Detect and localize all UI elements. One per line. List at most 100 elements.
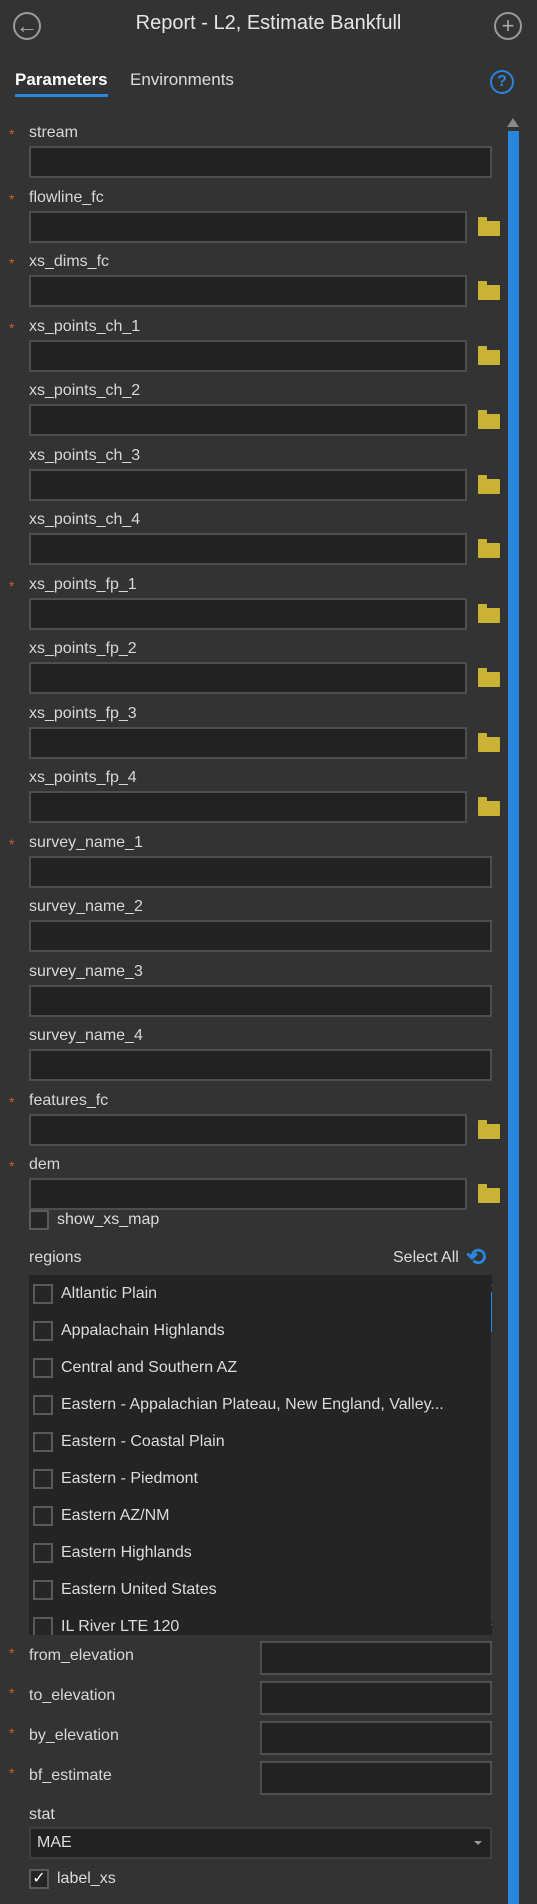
- required-icon: *: [9, 1158, 15, 1174]
- field-input[interactable]: [29, 1113, 467, 1146]
- list-item[interactable]: Eastern United States: [29, 1571, 469, 1608]
- folder-icon[interactable]: [478, 668, 500, 687]
- field-input[interactable]: [29, 662, 467, 694]
- field-input[interactable]: [29, 1178, 467, 1210]
- checkbox[interactable]: [33, 1542, 53, 1563]
- regions-list[interactable]: Altlantic Plain Appalachain Highlands Cent…: [29, 1275, 492, 1635]
- folder-icon[interactable]: [478, 732, 500, 752]
- checkbox[interactable]: [33, 1283, 53, 1304]
- field-input[interactable]: [29, 855, 492, 888]
- checkbox[interactable]: [33, 1357, 53, 1378]
- field-xs-points-ch-1: * xs_points_ch_1: [0, 318, 505, 382]
- field-input[interactable]: [260, 1681, 492, 1715]
- list-scroll-thumb[interactable]: [491, 1292, 492, 1332]
- field-input[interactable]: [29, 791, 467, 823]
- field-label: bf_estimate: [29, 1767, 112, 1784]
- field-input[interactable]: [29, 597, 467, 630]
- field-survey-name-2: survey_name_2: [0, 898, 505, 962]
- tab-parameters[interactable]: Parameters: [15, 70, 108, 97]
- list-item[interactable]: Eastern AZ/NM: [29, 1497, 469, 1534]
- field-input[interactable]: [29, 404, 467, 436]
- field-input[interactable]: [260, 1721, 492, 1755]
- field-input[interactable]: [29, 726, 467, 759]
- checkbox[interactable]: [33, 1431, 53, 1452]
- field-label: xs_points_fp_1: [29, 575, 137, 593]
- field-input[interactable]: [29, 146, 492, 178]
- field-input[interactable]: [29, 210, 467, 243]
- folder-icon[interactable]: [478, 410, 500, 429]
- field-xs-dims-fc: * xs_dims_fc: [0, 253, 505, 317]
- list-scrollbar[interactable]: [491, 1275, 492, 1635]
- label-xs-label: label_xs: [57, 1870, 116, 1887]
- checkbox[interactable]: [29, 1210, 49, 1230]
- folder-icon[interactable]: [478, 281, 500, 300]
- checkbox[interactable]: [33, 1579, 53, 1600]
- field-input[interactable]: [29, 339, 467, 372]
- label-xs-checkbox[interactable]: ✓ label_xs: [29, 1869, 116, 1889]
- folder-icon[interactable]: [478, 345, 500, 365]
- checkbox[interactable]: [33, 1320, 53, 1341]
- field-label: xs_points_ch_4: [29, 511, 141, 528]
- folder-icon[interactable]: [478, 1184, 500, 1203]
- checkbox[interactable]: [33, 1505, 53, 1526]
- list-item[interactable]: Eastern Highlands: [29, 1534, 469, 1571]
- required-icon: *: [9, 1093, 15, 1110]
- refresh-icon[interactable]: ⟲: [466, 1243, 486, 1272]
- checkbox[interactable]: [33, 1394, 53, 1415]
- field-xs-points-fp-4: xs_points_fp_4: [0, 769, 505, 833]
- checkbox[interactable]: [33, 1616, 53, 1635]
- field-input[interactable]: [260, 1761, 492, 1795]
- required-icon: *: [9, 1765, 15, 1781]
- list-item[interactable]: Eastern - Appalachian Plateau, New Engla…: [29, 1386, 469, 1423]
- folder-icon[interactable]: [478, 216, 500, 236]
- field-xs-points-ch-2: xs_points_ch_2: [0, 382, 505, 446]
- field-xs-points-ch-3: xs_points_ch_3: [0, 447, 505, 511]
- add-button[interactable]: +: [494, 12, 522, 40]
- panel-scrollbar[interactable]: [507, 118, 520, 1904]
- field-input[interactable]: [29, 920, 492, 952]
- list-item[interactable]: Altlantic Plain: [29, 1275, 469, 1312]
- field-label: xs_points_fp_4: [29, 769, 137, 786]
- item-label: Eastern Highlands: [61, 1543, 192, 1561]
- field-label: flowline_fc: [29, 188, 104, 206]
- field-features-fc: * features_fc: [0, 1092, 505, 1156]
- field-input[interactable]: [29, 533, 467, 565]
- field-label: survey_name_2: [29, 898, 143, 915]
- folder-icon[interactable]: [478, 539, 500, 558]
- checkbox[interactable]: [33, 1468, 53, 1489]
- field-input[interactable]: [29, 984, 492, 1017]
- folder-icon[interactable]: [478, 474, 500, 494]
- field-label: to_elevation: [29, 1687, 116, 1704]
- scroll-thumb[interactable]: [508, 131, 519, 1904]
- select-all-button[interactable]: Select All: [393, 1249, 459, 1267]
- folder-icon[interactable]: [478, 603, 500, 623]
- checkbox[interactable]: ✓: [29, 1869, 49, 1889]
- show-xs-map-checkbox[interactable]: show_xs_map: [29, 1210, 159, 1230]
- field-label: xs_points_ch_3: [29, 446, 141, 464]
- field-to-elevation: * to_elevation: [0, 1681, 505, 1715]
- item-label: Altlantic Plain: [61, 1284, 158, 1302]
- list-item[interactable]: Appalachain Highlands: [29, 1312, 469, 1349]
- tab-environments[interactable]: Environments: [130, 70, 234, 90]
- folder-icon[interactable]: [478, 797, 500, 816]
- folder-icon[interactable]: [478, 1119, 500, 1139]
- field-label: xs_points_ch_2: [29, 382, 141, 399]
- field-label: xs_points_fp_3: [29, 704, 137, 722]
- scroll-down-icon[interactable]: [491, 1624, 492, 1633]
- list-item[interactable]: IL River LTE 120: [29, 1608, 469, 1635]
- stat-select[interactable]: MAE: [29, 1827, 492, 1859]
- required-icon: *: [9, 319, 15, 336]
- scroll-up-icon[interactable]: [491, 1277, 492, 1286]
- field-input[interactable]: [260, 1641, 492, 1675]
- item-label: Central and Southern AZ: [61, 1358, 238, 1376]
- scroll-up-icon[interactable]: [507, 118, 519, 127]
- required-icon: *: [9, 126, 15, 142]
- list-item[interactable]: Eastern - Coastal Plain: [29, 1423, 469, 1460]
- list-item[interactable]: Eastern - Piedmont: [29, 1460, 469, 1497]
- list-item[interactable]: Central and Southern AZ: [29, 1349, 469, 1386]
- field-input[interactable]: [29, 1049, 492, 1081]
- help-icon[interactable]: ?: [490, 70, 514, 94]
- regions-label: regions: [29, 1249, 82, 1266]
- field-input[interactable]: [29, 468, 467, 501]
- field-input[interactable]: [29, 275, 467, 307]
